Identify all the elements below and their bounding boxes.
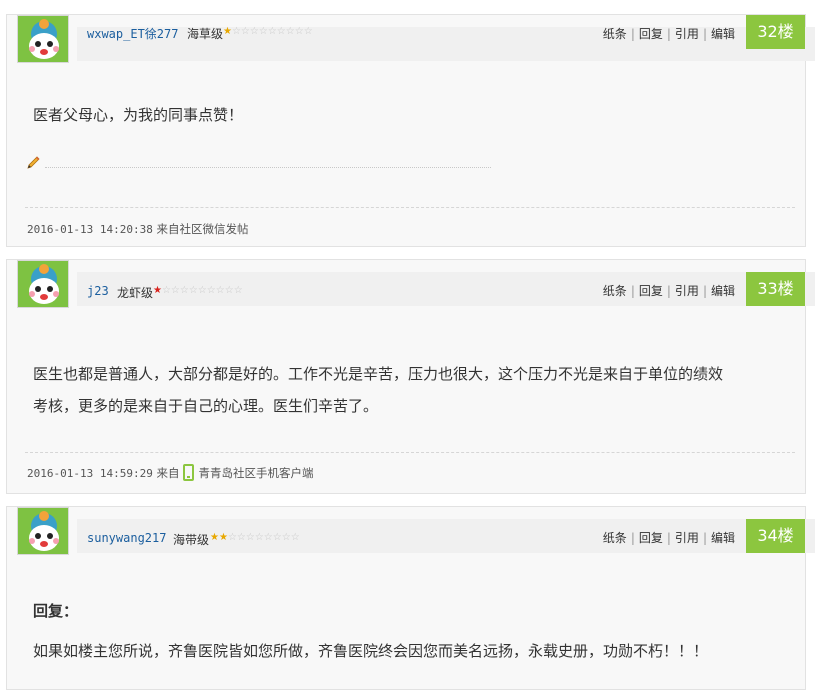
- post-actions: 纸条 | 回复 | 引用 | 编辑: [602, 284, 735, 298]
- reply-label: 回复：: [33, 602, 79, 620]
- post-footer: 2016-01-13 14:59:29 来自 青青岛社区手机客户端: [27, 464, 314, 481]
- post-source: 来自社区微信发帖: [156, 222, 249, 236]
- footer-divider: [25, 452, 795, 453]
- level-stars: ★☆☆☆☆☆☆☆☆☆: [223, 26, 313, 37]
- post-content: 医生也都是普通人，大部分都是好的。工作不光是辛苦，压力也很大，这个压力不光是来自…: [33, 358, 723, 422]
- quote-button[interactable]: 引用: [675, 27, 699, 41]
- level-stars: ★★☆☆☆☆☆☆☆☆: [210, 532, 300, 543]
- post-content: 医者父母心，为我的同事点赞！: [33, 99, 243, 131]
- user-level: 海草级: [187, 27, 224, 41]
- star-icon: ☆☆☆☆☆☆☆☆: [227, 532, 300, 543]
- post-footer: 2016-01-13 14:20:38 来自社区微信发帖: [27, 221, 249, 237]
- post-34: sunywang217 海带级 ★★☆☆☆☆☆☆☆☆ 纸条 | 回复 | 引用 | 编辑 3…: [6, 506, 815, 690]
- post-actions: 纸条 | 回复 | 引用 | 编辑: [602, 27, 735, 41]
- username-link[interactable]: j23: [87, 284, 109, 298]
- content-line: 医者父母心，为我的同事点赞！: [33, 106, 244, 124]
- floor-badge: 33楼: [746, 272, 805, 306]
- post-timestamp: 2016-01-13 14:20:38: [27, 223, 153, 236]
- signature-divider: [45, 167, 491, 168]
- edit-button[interactable]: 编辑: [711, 284, 735, 298]
- user-level: 龙虾级: [117, 286, 154, 300]
- star-icon: ☆☆☆☆☆☆☆☆☆: [231, 26, 313, 37]
- note-button[interactable]: 纸条: [603, 531, 627, 545]
- floor-badge: 32楼: [746, 15, 805, 49]
- post-actions: 纸条 | 回复 | 引用 | 编辑: [602, 531, 735, 545]
- floor-badge: 34楼: [746, 519, 805, 553]
- post-32: wxwap_ET徐277 海草级 ★☆☆☆☆☆☆☆☆☆ 纸条 | 回复 | 引用 | 编辑 …: [6, 14, 815, 247]
- reply-button[interactable]: 回复: [639, 284, 663, 298]
- content-line: 如果如楼主您所说，齐鲁医院皆如您所做，齐鲁医院终会因您而美名远扬，永载史册，功勋…: [33, 642, 709, 660]
- post-source-prefix: 来自: [156, 466, 180, 480]
- post-timestamp: 2016-01-13 14:59:29: [27, 467, 153, 480]
- star-icon: ★★: [210, 532, 228, 543]
- note-button[interactable]: 纸条: [603, 27, 627, 41]
- quote-button[interactable]: 引用: [675, 531, 699, 545]
- note-button[interactable]: 纸条: [603, 284, 627, 298]
- reply-button[interactable]: 回复: [639, 27, 663, 41]
- star-icon: ★: [153, 285, 162, 296]
- pencil-icon: [25, 155, 41, 171]
- post-source[interactable]: 青青岛社区手机客户端: [199, 466, 314, 480]
- content-line: 医生也都是普通人，大部分都是好的。工作不光是辛苦，压力也很大，这个压力不光是来自…: [33, 365, 724, 383]
- star-icon: ★: [223, 26, 232, 37]
- username-link[interactable]: sunywang217: [87, 531, 166, 545]
- quote-button[interactable]: 引用: [675, 284, 699, 298]
- mobile-phone-icon: [182, 464, 194, 481]
- post-33: j23 龙虾级 ★☆☆☆☆☆☆☆☆☆ 纸条 | 回复 | 引用 | 编辑 33楼 医生也都是…: [6, 259, 815, 494]
- footer-divider: [25, 207, 795, 208]
- content-line: 考核，更多的是来自于自己的心理。医生们辛苦了。: [33, 397, 379, 415]
- mascot-avatar-icon[interactable]: [17, 260, 69, 308]
- post-content: 回复： 如果如楼主您所说，齐鲁医院皆如您所做，齐鲁医院终会因您而美名远扬，永载史…: [33, 595, 708, 667]
- edit-button[interactable]: 编辑: [711, 531, 735, 545]
- level-stars: ★☆☆☆☆☆☆☆☆☆: [153, 285, 243, 296]
- star-icon: ☆☆☆☆☆☆☆☆☆: [161, 285, 243, 296]
- edit-button[interactable]: 编辑: [711, 27, 735, 41]
- username-link[interactable]: wxwap_ET徐277: [87, 25, 178, 42]
- mascot-avatar-icon[interactable]: [17, 15, 69, 63]
- user-level: 海带级: [173, 533, 210, 547]
- reply-button[interactable]: 回复: [639, 531, 663, 545]
- mascot-avatar-icon[interactable]: [17, 507, 69, 555]
